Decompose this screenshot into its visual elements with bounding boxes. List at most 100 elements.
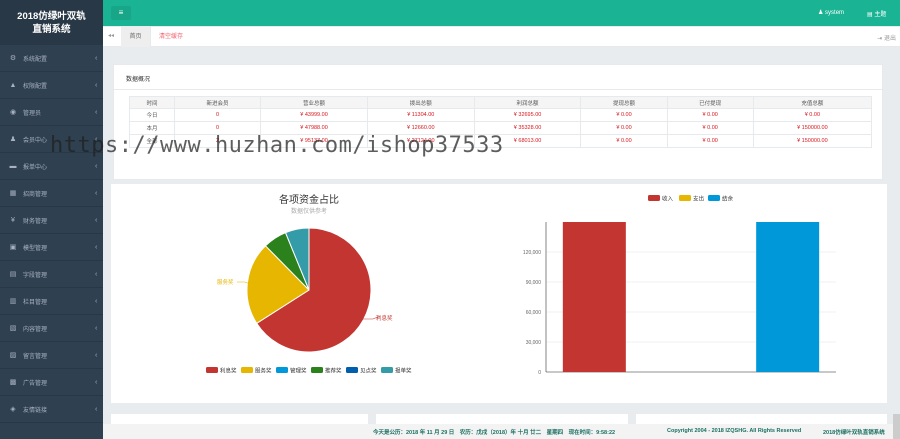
charts-area: 各项资金占比 数据仅供参考 利息奖 服务奖 利息奖 服务奖 管理奖 推荐奖 见点奖 报单奖 收入 支出… <box>111 184 887 403</box>
chevron-left-icon: ‹ <box>95 270 98 278</box>
pie-title: 各项资金占比 <box>279 193 339 206</box>
theme-button[interactable]: ▤ 主题 <box>867 9 886 18</box>
legend-label: 利息奖 <box>220 367 237 375</box>
table-cell: ¥ 0.00 <box>580 121 668 135</box>
sidebar-item-label: 招商管理 <box>23 191 48 198</box>
chevron-left-icon: ‹ <box>95 189 98 197</box>
legend-swatch[interactable] <box>679 195 691 201</box>
pie-subtitle: 数据仅供参考 <box>291 207 327 215</box>
footer-copyright: Copyright 2004 - 2018 IZQSHG. All Rights… <box>667 428 802 434</box>
legend-swatch[interactable] <box>708 195 720 201</box>
table-cell: ¥ 11304.00 <box>366 108 475 122</box>
y-tick-label: 120,000 <box>523 250 541 256</box>
y-tick-label: 60,000 <box>526 310 542 316</box>
y-tick-label: 0 <box>538 370 541 376</box>
table-cell: ¥ 150000.00 <box>752 121 873 135</box>
cube-icon: ▣ <box>9 244 17 251</box>
sidebar-item-2[interactable]: ▲ 权限配置 ‹ <box>0 72 103 99</box>
table-cell: ¥ 0.00 <box>580 134 668 148</box>
gear-icon: ⚙ <box>9 55 17 62</box>
column-header: 充值总额 <box>752 96 873 109</box>
chevron-left-icon: ‹ <box>95 162 98 170</box>
legend-label: 报单奖 <box>395 367 412 375</box>
sidebar-item-3[interactable]: ◉ 管理员 ‹ <box>0 99 103 126</box>
logout-icon: ⇥ <box>877 36 884 42</box>
table-cell: ¥ 32695.00 <box>473 108 582 122</box>
legend-swatch[interactable] <box>311 367 323 373</box>
legend-label: 管理奖 <box>290 367 307 375</box>
legend-swatch[interactable] <box>206 367 218 373</box>
sidebar-item-label: 财务管理 <box>23 218 48 225</box>
table-cell: ¥ 0.00 <box>666 108 754 122</box>
chevron-left-icon: ‹ <box>95 405 98 413</box>
link-icon: ◈ <box>10 406 16 413</box>
brand-line-2: 直销系统 <box>32 24 71 35</box>
user-icon: ♟ <box>818 10 826 16</box>
legend-swatch[interactable] <box>381 367 393 373</box>
chevron-left-icon: ‹ <box>95 108 98 116</box>
legend-label: 见点奖 <box>360 367 377 375</box>
column-header: 拨出总额 <box>366 96 475 109</box>
top-bar: ≡ ♟ system ▤ 主题 <box>103 0 900 26</box>
watermark: https://www.huzhan.com/ishop37533 <box>50 133 504 158</box>
sidebar-item-10[interactable]: ▥ 栏目管理 ‹ <box>0 288 103 315</box>
footer-system-name: 2018仿绿叶双轨直销系统 <box>823 430 885 436</box>
sidebar-item-label: 广告管理 <box>23 380 48 387</box>
sidebar-item-8[interactable]: ▣ 模型管理 ‹ <box>0 234 103 261</box>
sidebar-item-label: 栏目管理 <box>23 299 48 306</box>
bar-3[interactable] <box>756 222 820 372</box>
table-cell: 0 <box>173 108 262 122</box>
chevron-left-icon: ‹ <box>95 324 98 332</box>
user-icon: ♟ <box>9 136 17 143</box>
bar-1[interactable] <box>562 222 626 372</box>
tab-bar: ◂◂ 首页 清空缓存 ⇥ 退出 <box>103 27 900 47</box>
chevron-left-icon: ‹ <box>95 54 98 62</box>
column-header: 营业总额 <box>260 96 368 109</box>
y-tick-label: 30,000 <box>526 340 542 346</box>
sidebar-item-12[interactable]: ▨ 留言管理 ‹ <box>0 342 103 369</box>
admin-icon: ◉ <box>9 109 17 116</box>
tab-home[interactable]: 首页 <box>121 27 151 47</box>
chevron-left-icon: ‹ <box>95 297 98 305</box>
sidebar-item-9[interactable]: ▤ 字段管理 ‹ <box>0 261 103 288</box>
legend-swatch[interactable] <box>241 367 253 373</box>
bottom-card-1 <box>111 414 368 424</box>
sidebar-item-13[interactable]: ▩ 广告管理 ‹ <box>0 369 103 396</box>
brand-logo[interactable]: 2018仿绿叶双轨 直销系统 <box>0 0 103 45</box>
tab-scroll-left-icon[interactable]: ◂◂ <box>108 32 114 39</box>
cart-icon: ▬ <box>9 162 17 170</box>
legend-swatch[interactable] <box>648 195 660 201</box>
footer-date: 今天是公历：2018 年 11 月 29 日 农历：戊戌（2018）年 十月 廿… <box>373 430 616 436</box>
menu-toggle-button[interactable]: ≡ <box>111 6 131 20</box>
table-cell: ¥ 0.00 <box>752 108 873 122</box>
clear-cache-button[interactable]: 清空缓存 <box>159 27 183 47</box>
legend-swatch[interactable] <box>276 367 288 373</box>
theme-label: 主题 <box>874 12 887 18</box>
sidebar-item-7[interactable]: ¥ 财务管理 ‹ <box>0 207 103 234</box>
user-name: system <box>825 10 845 16</box>
page-scrollbar[interactable] <box>893 414 900 439</box>
sidebar: 2018仿绿叶双轨 直销系统 ⚙ 系统配置 ‹ ▲ 权限配置 ‹ ◉ 管理员 ‹ ♟ 会员中心 ‹ ▬ 报… <box>0 0 103 439</box>
sidebar-item-label: 权限配置 <box>23 83 48 90</box>
chevron-left-icon: ‹ <box>95 351 98 359</box>
table-cell: ¥ 0.00 <box>666 134 754 148</box>
chevron-left-icon: ‹ <box>95 81 98 89</box>
column-header: 新进会员 <box>173 96 262 109</box>
column-header: 时间 <box>129 96 175 109</box>
bottom-card-2 <box>376 414 628 424</box>
sidebar-item-1[interactable]: ⚙ 系统配置 ‹ <box>0 45 103 72</box>
pie-label-1: 利息奖 <box>376 314 393 322</box>
legend-swatch[interactable] <box>346 367 358 373</box>
sidebar-item-6[interactable]: ▦ 招商管理 ‹ <box>0 180 103 207</box>
logout-button[interactable]: ⇥ 退出 <box>877 33 896 42</box>
table-header-row: 时间 新进会员 营业总额 拨出总额 利润总额 提现总额 已付提现 充值总额 <box>129 96 873 109</box>
charts-svg: 各项资金占比数据仅供参考利息奖服务奖利息奖 服务奖 管理奖 推荐奖 见点奖 报单奖收入 支出… <box>206 193 836 376</box>
logout-label: 退出 <box>883 36 896 42</box>
panel-title: 数据概况 <box>126 77 151 83</box>
sidebar-item-14[interactable]: ◈ 友情链接 ‹ <box>0 396 103 423</box>
footer: 今天是公历：2018 年 11 月 29 日 农历：戊戌（2018）年 十月 廿… <box>103 424 900 439</box>
user-menu[interactable]: ♟ system <box>818 9 844 16</box>
table-cell: ¥ 0.00 <box>580 108 668 122</box>
content-icon: ▧ <box>9 325 17 332</box>
sidebar-item-11[interactable]: ▧ 内容管理 ‹ <box>0 315 103 342</box>
